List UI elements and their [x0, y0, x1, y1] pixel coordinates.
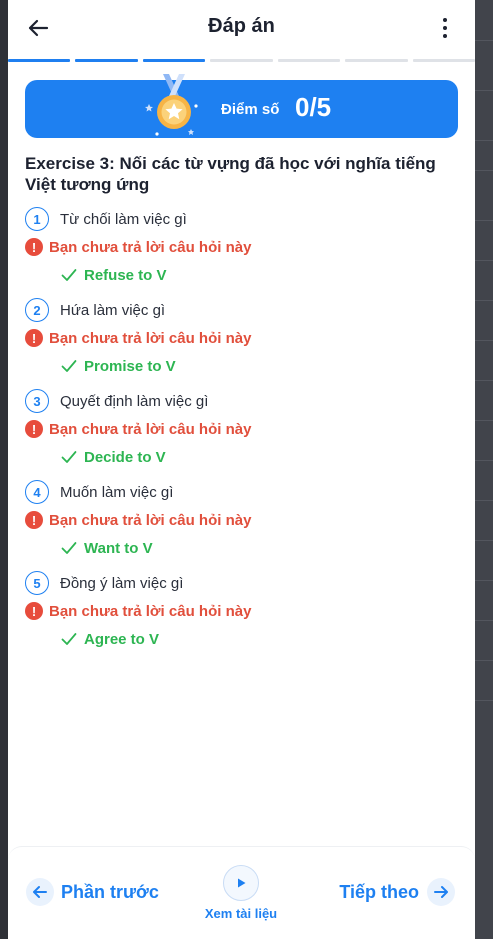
background-divider [475, 300, 493, 301]
progress-segment [345, 59, 408, 62]
progress-segment [8, 59, 71, 62]
score-label: Điểm số [221, 101, 280, 118]
question-item: 5 Đồng ý làm việc gì ! Bạn chưa trả lời … [25, 570, 465, 661]
question-number: 4 [25, 480, 49, 504]
question-prompt: Hứa làm việc gì [60, 301, 166, 319]
answer-sheet-panel: Đáp án Điểm số 0/5 Exercise 3: Nối các t… [8, 0, 475, 939]
checkmark-icon [61, 269, 77, 281]
page-title: Đáp án [208, 15, 275, 37]
correct-answer: Promise to V [61, 356, 176, 376]
medal-icon [145, 74, 198, 136]
question-header: 5 Đồng ý làm việc gì [25, 570, 183, 596]
correct-answer-text: Promise to V [84, 357, 176, 375]
correct-answer-text: Want to V [84, 539, 153, 557]
background-divider [475, 40, 493, 41]
warning-icon: ! [25, 420, 43, 438]
unanswered-text: Bạn chưa trả lời câu hỏi này [49, 238, 252, 256]
progress-segment [277, 59, 341, 62]
question-item: 1 Từ chối làm việc gì ! Bạn chưa trả lời… [25, 206, 465, 297]
correct-answer: Decide to V [61, 447, 166, 467]
previous-section-button[interactable]: Phần trước [26, 878, 159, 906]
background-divider [475, 170, 493, 171]
unanswered-text: Bạn chưa trả lời câu hỏi này [49, 602, 252, 620]
correct-answer: Want to V [61, 538, 153, 558]
background-divider [475, 580, 493, 581]
question-prompt: Muốn làm việc gì [60, 483, 174, 501]
question-item: 2 Hứa làm việc gì ! Bạn chưa trả lời câu… [25, 297, 465, 388]
background-divider [475, 90, 493, 91]
previous-section-label: Phần trước [61, 881, 159, 902]
background-divider [475, 660, 493, 661]
view-document-label: Xem tài liệu [204, 906, 278, 921]
checkmark-icon [61, 451, 77, 463]
unanswered-notice: ! Bạn chưa trả lời câu hỏi này [25, 510, 251, 530]
next-button[interactable]: Tiếp theo [339, 878, 455, 906]
background-divider [475, 540, 493, 541]
warning-icon: ! [25, 329, 43, 347]
background-left-edge [0, 0, 8, 939]
exercise-title: Exercise 3: Nối các từ vựng đã học với n… [25, 154, 436, 194]
background-divider [475, 700, 493, 701]
question-header: 1 Từ chối làm việc gì [25, 206, 187, 232]
checkmark-icon [61, 360, 77, 372]
checkmark-icon [61, 633, 77, 645]
question-prompt: Đồng ý làm việc gì [60, 574, 184, 592]
warning-icon: ! [25, 602, 43, 620]
header: Đáp án [8, 0, 475, 56]
question-list: 1 Từ chối làm việc gì ! Bạn chưa trả lời… [25, 206, 465, 661]
background-divider [475, 420, 493, 421]
background-divider [475, 620, 493, 621]
progress-segment [75, 59, 138, 62]
question-prompt: Từ chối làm việc gì [60, 210, 187, 228]
next-label: Tiếp theo [339, 881, 419, 902]
question-header: 4 Muốn làm việc gì [25, 479, 173, 505]
question-item: 4 Muốn làm việc gì ! Bạn chưa trả lời câ… [25, 479, 465, 570]
background-divider [475, 500, 493, 501]
background-divider [475, 140, 493, 141]
checkmark-icon [61, 542, 77, 554]
progress-bar [8, 59, 475, 63]
unanswered-notice: ! Bạn chưa trả lời câu hỏi này [25, 419, 251, 439]
unanswered-text: Bạn chưa trả lời câu hỏi này [49, 329, 252, 347]
progress-segment [142, 59, 206, 62]
score-banner: Điểm số 0/5 [25, 74, 458, 138]
background-divider [475, 340, 493, 341]
correct-answer: Agree to V [61, 629, 159, 649]
question-number: 2 [25, 298, 49, 322]
progress-segment [210, 59, 273, 62]
question-header: 3 Quyết định làm việc gì [25, 388, 208, 414]
correct-answer-text: Decide to V [84, 448, 166, 466]
bottom-navigation: Phần trước Xem tài liệu Tiếp theo [8, 846, 475, 939]
question-header: 2 Hứa làm việc gì [25, 297, 165, 323]
correct-answer: Refuse to V [61, 265, 167, 285]
background-divider [475, 220, 493, 221]
question-item: 3 Quyết định làm việc gì ! Bạn chưa trả … [25, 388, 465, 479]
unanswered-notice: ! Bạn chưa trả lời câu hỏi này [25, 237, 251, 257]
progress-segment [412, 59, 475, 62]
correct-answer-text: Agree to V [84, 630, 160, 648]
warning-icon: ! [25, 511, 43, 529]
unanswered-notice: ! Bạn chưa trả lời câu hỏi này [25, 601, 251, 621]
unanswered-text: Bạn chưa trả lời câu hỏi này [49, 420, 252, 438]
unanswered-text: Bạn chưa trả lời câu hỏi này [49, 511, 252, 529]
background-divider [475, 460, 493, 461]
score-value: 0/5 [295, 92, 332, 122]
arrow-right-circle-icon [427, 878, 455, 906]
warning-icon: ! [25, 238, 43, 256]
question-number: 3 [25, 389, 49, 413]
unanswered-notice: ! Bạn chưa trả lời câu hỏi này [25, 328, 251, 348]
question-prompt: Quyết định làm việc gì [60, 392, 209, 410]
question-number: 5 [25, 571, 49, 595]
more-vertical-icon [443, 18, 447, 22]
background-divider [475, 380, 493, 381]
play-icon [223, 865, 259, 901]
background-right-edge [475, 0, 493, 939]
more-options-button[interactable] [433, 12, 457, 44]
correct-answer-text: Refuse to V [84, 266, 167, 284]
view-document-button[interactable]: Xem tài liệu [203, 865, 279, 921]
arrow-left-circle-icon [26, 878, 54, 906]
background-divider [475, 260, 493, 261]
question-number: 1 [25, 207, 49, 231]
